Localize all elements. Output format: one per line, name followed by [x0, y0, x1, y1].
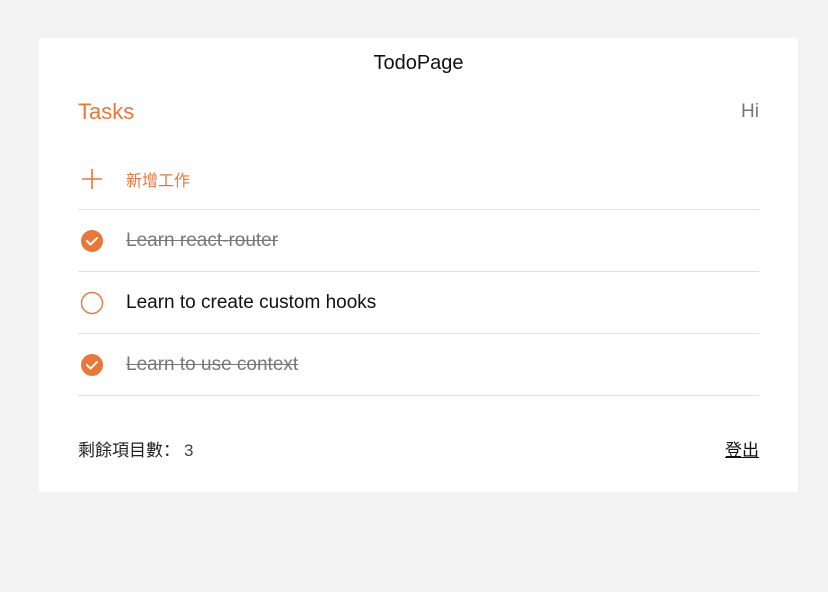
- todo-check-slot: [78, 272, 126, 333]
- todo-text: Learn to create custom hooks: [126, 291, 377, 313]
- checked-circle-icon[interactable]: [80, 229, 104, 253]
- remaining-count: 3: [184, 440, 194, 460]
- todo-text: Learn to use context: [126, 353, 299, 375]
- header: Tasks Hi: [78, 98, 759, 126]
- logout-link[interactable]: 登出: [725, 436, 759, 461]
- checked-circle-icon[interactable]: [80, 353, 104, 377]
- todo-check-slot: [78, 210, 126, 271]
- add-icon-slot: [78, 148, 126, 209]
- add-task-row[interactable]: 新增工作: [78, 148, 759, 210]
- footer: 剩餘項目數： 3 登出: [78, 435, 759, 461]
- todo-item: Learn to create custom hooks: [78, 272, 759, 334]
- remaining-label: 剩餘項目數：: [78, 440, 180, 460]
- todo-card: TodoPage Tasks Hi 新增工作 Learn react-route…: [39, 38, 798, 492]
- todo-list: 新增工作 Learn react-router Learn to create …: [78, 148, 759, 396]
- todo-item: Learn react-router: [78, 210, 759, 272]
- add-task-label[interactable]: 新增工作: [126, 167, 190, 191]
- todo-item: Learn to use context: [78, 334, 759, 396]
- unchecked-circle-icon[interactable]: [80, 291, 104, 315]
- page-title: TodoPage: [373, 52, 464, 74]
- todo-check-slot: [78, 334, 126, 395]
- remaining-items: 剩餘項目數： 3: [78, 436, 193, 461]
- greeting-text: Hi: [741, 101, 759, 122]
- todo-text: Learn react-router: [126, 229, 279, 251]
- tasks-heading: Tasks: [78, 99, 135, 124]
- plus-icon[interactable]: [80, 167, 104, 191]
